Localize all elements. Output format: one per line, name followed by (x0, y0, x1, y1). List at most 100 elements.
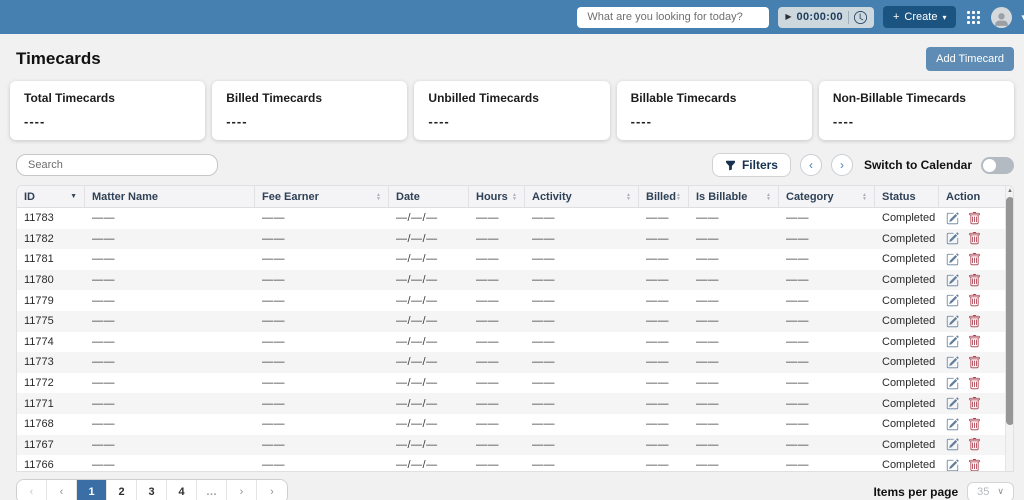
cell-category: —— (786, 438, 809, 451)
prev-page-button[interactable]: ‹ (47, 480, 77, 500)
delete-icon[interactable] (968, 294, 981, 307)
column-header-id[interactable]: ID ▼ (17, 186, 85, 207)
timecards-table: ID ▼ Matter Name Fee Earner ▲ ▼ Date Hours ▲ ▼ Act… (16, 185, 1014, 472)
edit-icon[interactable] (946, 356, 959, 369)
page-3-button[interactable]: 3 (137, 480, 167, 500)
clock-icon[interactable] (853, 10, 867, 24)
delete-icon[interactable] (968, 438, 981, 451)
cell-date: —/—/— (396, 294, 438, 307)
delete-icon[interactable] (968, 232, 981, 245)
card-value: ---- (226, 114, 248, 129)
table-row[interactable]: 11773 —— —— —/—/— —— —— —— —— —— Completed (17, 352, 1005, 373)
column-header-is-billable[interactable]: Is Billable ▲ ▼ (689, 186, 779, 207)
next-period-button[interactable]: › (830, 154, 853, 176)
column-header-fee-earner[interactable]: Fee Earner ▲ ▼ (255, 186, 389, 207)
items-per-page-select[interactable]: 35 ∨ (967, 481, 1014, 500)
prev-period-button[interactable]: ‹ (799, 154, 822, 176)
calendar-toggle[interactable] (981, 156, 1014, 174)
page-ellipsis: … (197, 480, 227, 500)
edit-icon[interactable] (946, 459, 959, 472)
cell-activity: —— (532, 253, 555, 266)
cell-is-billable: —— (696, 356, 719, 369)
delete-icon[interactable] (968, 252, 981, 266)
table-row[interactable]: 11766 —— —— —/—/— —— —— —— —— —— Completed (17, 455, 1005, 472)
cell-category: —— (786, 356, 809, 369)
scroll-up-icon[interactable]: ▲ (1007, 187, 1013, 195)
table-row[interactable]: 11782 —— —— —/—/— —— —— —— —— —— Completed (17, 228, 1005, 250)
sort-updown-icon[interactable]: ▲ ▼ (512, 192, 517, 201)
sort-updown-icon[interactable]: ▲ ▼ (626, 192, 631, 201)
table-row[interactable]: 11772 —— —— —/—/— —— —— —— —— —— Completed (17, 373, 1005, 394)
items-per-page-value: 35 (977, 485, 990, 498)
last-page-button[interactable]: › (257, 480, 287, 500)
column-header-billed[interactable]: Billed ▲ ▼ (639, 186, 689, 207)
delete-icon[interactable] (968, 458, 981, 472)
chevron-down-icon: ▾ (942, 12, 947, 22)
cell-category: —— (786, 377, 809, 390)
edit-icon[interactable] (946, 438, 959, 451)
timer-widget[interactable]: ▶ 00:00:00 (778, 6, 874, 28)
cell-activity: —— (532, 315, 555, 328)
delete-icon[interactable] (968, 273, 981, 287)
sort-updown-icon[interactable]: ▲ ▼ (766, 192, 771, 201)
edit-icon[interactable] (946, 232, 959, 245)
table-row[interactable]: 11767 —— —— —/—/— —— —— —— —— —— Completed (17, 434, 1005, 456)
first-page-button[interactable]: ‹ (17, 480, 47, 500)
table-row[interactable]: 11781 —— —— —/—/— —— —— —— —— —— Completed (17, 249, 1005, 270)
scrollbar-thumb[interactable] (1006, 197, 1013, 425)
sort-updown-icon[interactable]: ▲ ▼ (862, 192, 867, 201)
table-scrollbar[interactable]: ▲ (1005, 186, 1013, 471)
cell-activity: —— (532, 377, 555, 390)
column-header-category[interactable]: Category ▲ ▼ (779, 186, 875, 207)
edit-icon[interactable] (946, 418, 959, 431)
cell-category: —— (786, 418, 809, 431)
search-input[interactable] (16, 154, 218, 176)
play-icon[interactable]: ▶ (785, 13, 791, 21)
column-label: Status (882, 190, 916, 203)
column-header-hours[interactable]: Hours ▲ ▼ (469, 186, 525, 207)
edit-icon[interactable] (946, 315, 959, 328)
summary-card: Total Timecards ---- (10, 81, 206, 140)
table-header-row: ID ▼ Matter Name Fee Earner ▲ ▼ Date Hours ▲ ▼ Act… (17, 186, 1005, 208)
sort-caret-icon[interactable]: ▼ (70, 193, 77, 200)
delete-icon[interactable] (968, 417, 981, 431)
table-row[interactable]: 11783 —— —— —/—/— —— —— —— —— —— Completed (17, 208, 1005, 229)
column-header-activity[interactable]: Activity ▲ ▼ (525, 186, 639, 207)
table-row[interactable]: 11775 —— —— —/—/— —— —— —— —— —— Completed (17, 310, 1005, 332)
edit-icon[interactable] (946, 335, 959, 348)
edit-icon[interactable] (946, 294, 959, 307)
delete-icon[interactable] (968, 376, 981, 390)
cell-status: Completed (882, 274, 936, 287)
cell-activity: —— (532, 294, 555, 307)
add-timecard-button[interactable]: Add Timecard (926, 47, 1014, 71)
user-avatar[interactable] (991, 6, 1013, 28)
edit-icon[interactable] (946, 212, 959, 225)
delete-icon[interactable] (968, 397, 981, 410)
cell-is-billable: —— (696, 232, 719, 245)
cell-is-billable: —— (696, 377, 719, 390)
delete-icon[interactable] (968, 211, 981, 225)
edit-icon[interactable] (946, 397, 959, 410)
filters-button[interactable]: Filters (711, 153, 791, 177)
delete-icon[interactable] (968, 314, 981, 328)
page-1-button[interactable]: 1 (77, 480, 107, 500)
delete-icon[interactable] (968, 355, 981, 369)
sort-updown-icon[interactable]: ▲ ▼ (376, 192, 381, 201)
table-row[interactable]: 11774 —— —— —/—/— —— —— —— —— —— Completed (17, 332, 1005, 353)
edit-icon[interactable] (946, 376, 959, 390)
page-4-button[interactable]: 4 (167, 480, 197, 500)
table-row[interactable]: 11768 —— —— —/—/— —— —— —— —— —— Completed (17, 414, 1005, 435)
edit-icon[interactable] (946, 253, 959, 266)
create-button[interactable]: + Create ▾ (882, 6, 957, 28)
cell-fee-earner: —— (262, 315, 285, 328)
global-search-input[interactable] (577, 6, 770, 28)
table-row[interactable]: 11779 —— —— —/—/— —— —— —— —— —— Completed (17, 290, 1005, 311)
table-row[interactable]: 11780 —— —— —/—/— —— —— —— —— —— Completed (17, 269, 1005, 291)
delete-icon[interactable] (968, 335, 981, 348)
page-2-button[interactable]: 2 (107, 480, 137, 500)
table-row[interactable]: 11771 —— —— —/—/— —— —— —— —— —— Completed (17, 393, 1005, 414)
next-page-button[interactable]: › (227, 480, 257, 500)
sort-updown-icon[interactable]: ▲ ▼ (676, 192, 681, 201)
edit-icon[interactable] (946, 273, 959, 287)
apps-grid-icon[interactable] (967, 10, 981, 24)
